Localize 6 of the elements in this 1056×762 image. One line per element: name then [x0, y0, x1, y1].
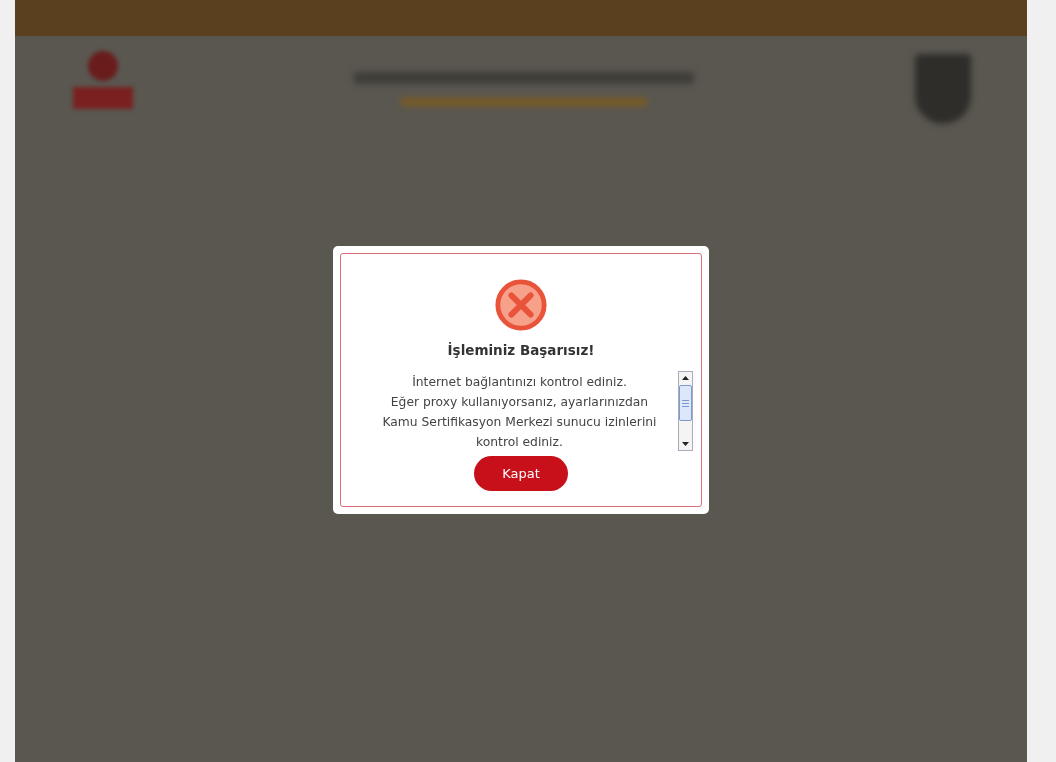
scrollbar[interactable] [678, 371, 693, 451]
error-message: İnternet bağlantınızı kontrol ediniz. Eğer proxy kullanıyorsanız, ayarlarınızdan Kamu Sertifikasyon Merkezi sunucu izinlerini kontrol ediniz. [381, 374, 658, 451]
blurred-emblem-drawing [915, 54, 971, 124]
dialog-title: İşleminiz Başarısız! [447, 342, 595, 358]
close-button[interactable]: Kapat [474, 456, 568, 491]
error-icon [494, 278, 548, 332]
